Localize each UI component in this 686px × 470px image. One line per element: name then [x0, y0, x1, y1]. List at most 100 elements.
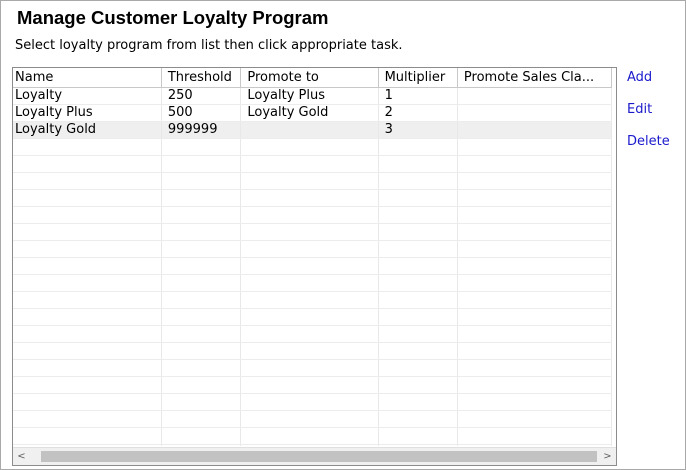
empty-cell: [240, 444, 379, 446]
empty-cell: [161, 308, 242, 326]
empty-cell: [161, 410, 242, 428]
empty-cell: [457, 393, 613, 411]
empty-cell: [378, 359, 458, 377]
empty-cell: [378, 274, 458, 292]
empty-cell: [457, 444, 613, 446]
empty-cell: [161, 257, 242, 275]
empty-cell: [13, 308, 162, 326]
scroll-left-icon[interactable]: <: [13, 448, 30, 465]
loyalty-program-grid[interactable]: Name Threshold Promote to Multiplier Pro…: [12, 67, 617, 466]
empty-row: [13, 138, 613, 156]
cell-name: Loyalty: [13, 87, 162, 105]
delete-link[interactable]: Delete: [627, 135, 670, 167]
empty-cell: [457, 155, 613, 173]
cell-promote-sales-class: [457, 121, 613, 139]
column-header-promote-to[interactable]: Promote to: [240, 68, 379, 88]
empty-cell: [161, 155, 242, 173]
empty-cell: [240, 138, 379, 156]
empty-cell: [240, 172, 379, 190]
empty-cell: [240, 240, 379, 258]
empty-cell: [13, 206, 162, 224]
empty-row: [13, 342, 613, 360]
empty-cell: [13, 444, 162, 446]
empty-row: [13, 325, 613, 343]
empty-cell: [13, 240, 162, 258]
empty-cell: [13, 393, 162, 411]
empty-row: [13, 427, 613, 445]
empty-cell: [378, 444, 458, 446]
empty-cell: [240, 359, 379, 377]
empty-cell: [378, 223, 458, 241]
empty-cell: [240, 189, 379, 207]
column-header-multiplier[interactable]: Multiplier: [378, 68, 458, 88]
table-row[interactable]: Loyalty Gold 999999 3: [13, 121, 613, 139]
empty-cell: [378, 308, 458, 326]
cell-multiplier: 1: [378, 87, 458, 105]
empty-cell: [13, 155, 162, 173]
empty-cell: [13, 257, 162, 275]
empty-cell: [161, 223, 242, 241]
empty-cell: [240, 257, 379, 275]
column-header-promote-sales-class[interactable]: Promote Sales Cla...: [457, 68, 613, 88]
empty-cell: [161, 291, 242, 309]
empty-cell: [161, 172, 242, 190]
empty-cell: [457, 325, 613, 343]
cell-promote-sales-class: [457, 87, 613, 105]
add-link[interactable]: Add: [627, 71, 670, 103]
empty-cell: [240, 376, 379, 394]
empty-cell: [13, 376, 162, 394]
empty-cell: [161, 342, 242, 360]
empty-cell: [161, 138, 242, 156]
empty-cell: [457, 189, 613, 207]
empty-cell: [240, 155, 379, 173]
cell-promote-to: [240, 121, 379, 139]
empty-cell: [378, 410, 458, 428]
empty-cell: [457, 206, 613, 224]
empty-cell: [378, 189, 458, 207]
horizontal-scrollbar[interactable]: < >: [13, 447, 616, 465]
empty-cell: [13, 223, 162, 241]
empty-cell: [457, 410, 613, 428]
empty-cell: [378, 206, 458, 224]
empty-row: [13, 376, 613, 394]
scrollbar-thumb[interactable]: [41, 451, 597, 462]
empty-cell: [13, 189, 162, 207]
cell-promote-sales-class: [457, 104, 613, 122]
table-row[interactable]: Loyalty 250 Loyalty Plus 1: [13, 87, 613, 105]
empty-cell: [240, 325, 379, 343]
cell-multiplier: 2: [378, 104, 458, 122]
column-header-name[interactable]: Name: [13, 68, 162, 88]
empty-cell: [378, 172, 458, 190]
empty-cell: [161, 240, 242, 258]
empty-cell: [13, 359, 162, 377]
empty-cell: [457, 223, 613, 241]
empty-cell: [378, 240, 458, 258]
empty-cell: [378, 342, 458, 360]
empty-cell: [161, 359, 242, 377]
cell-promote-to: Loyalty Plus: [240, 87, 379, 105]
empty-cell: [240, 308, 379, 326]
empty-cell: [240, 206, 379, 224]
empty-cell: [240, 274, 379, 292]
cell-threshold: 250: [161, 87, 242, 105]
empty-row: [13, 206, 613, 224]
edit-link[interactable]: Edit: [627, 103, 670, 135]
empty-cell: [161, 376, 242, 394]
empty-cell: [13, 291, 162, 309]
empty-row: [13, 240, 613, 258]
empty-cell: [457, 274, 613, 292]
table-row[interactable]: Loyalty Plus 500 Loyalty Gold 2: [13, 104, 613, 122]
empty-cell: [378, 155, 458, 173]
empty-cell: [240, 223, 379, 241]
column-header-threshold[interactable]: Threshold: [161, 68, 242, 88]
scroll-right-icon[interactable]: >: [599, 448, 616, 465]
empty-cell: [378, 376, 458, 394]
window-frame: Manage Customer Loyalty Program Select l…: [0, 0, 686, 470]
cell-name: Loyalty Plus: [13, 104, 162, 122]
empty-cell: [457, 138, 613, 156]
empty-row: [13, 308, 613, 326]
empty-cell: [457, 427, 613, 445]
cell-name: Loyalty Gold: [13, 121, 162, 139]
empty-cell: [378, 427, 458, 445]
empty-cell: [457, 376, 613, 394]
